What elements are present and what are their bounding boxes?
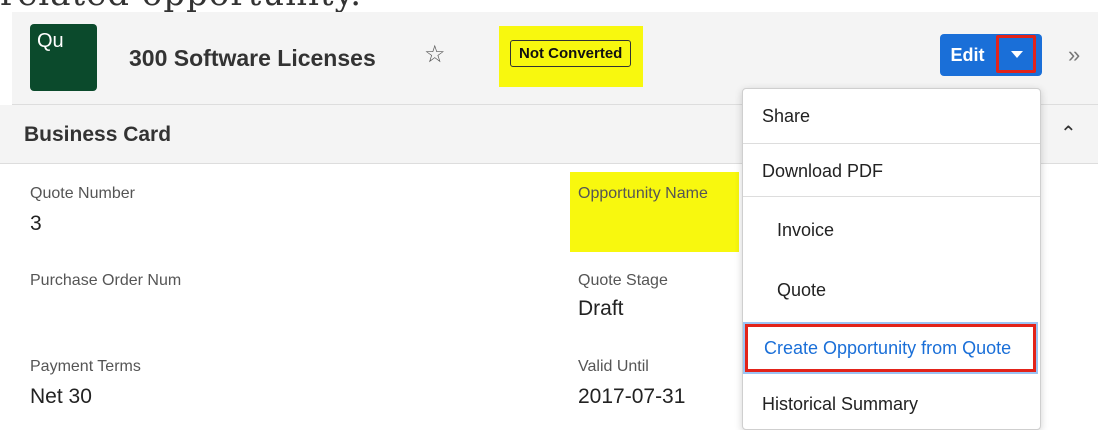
quote-stage-label: Quote Stage: [578, 272, 668, 289]
menu-item-invoice[interactable]: Invoice: [743, 201, 1040, 259]
menu-item-create-opportunity[interactable]: Create Opportunity from Quote: [743, 322, 1038, 374]
double-chevron-right-icon[interactable]: »: [1068, 42, 1080, 68]
opportunity-name-label: Opportunity Name: [578, 185, 708, 202]
menu-item-quote[interactable]: Quote: [743, 261, 1040, 319]
payment-terms-value: Net 30: [30, 385, 92, 408]
record-title: 300 Software Licenses: [129, 45, 376, 71]
caret-down-icon: [1011, 51, 1023, 58]
star-icon[interactable]: ☆: [424, 40, 446, 69]
edit-button[interactable]: Edit: [940, 34, 995, 76]
avatar: Qu: [30, 24, 97, 91]
quote-number-value: 3: [30, 212, 42, 235]
actions-dropdown-toggle[interactable]: [996, 35, 1036, 73]
quote-stage-value: Draft: [578, 297, 624, 320]
actions-dropdown-menu: Share Download PDF Invoice Quote Create …: [742, 88, 1041, 430]
quote-number-label: Quote Number: [30, 185, 135, 202]
payment-terms-label: Payment Terms: [30, 358, 141, 375]
menu-item-historical-summary[interactable]: Historical Summary: [743, 379, 1040, 429]
menu-item-download-pdf[interactable]: Download PDF: [743, 145, 1040, 197]
menu-item-share[interactable]: Share: [743, 89, 1040, 144]
section-title: Business Card: [24, 123, 172, 146]
status-badge: Not Converted: [510, 40, 632, 67]
valid-until-label: Valid Until: [578, 358, 649, 375]
chevron-up-icon[interactable]: ⌃: [1060, 121, 1077, 146]
valid-until-value: 2017-07-31: [578, 385, 686, 408]
purchase-order-label: Purchase Order Num: [30, 272, 182, 289]
edit-button-group: Edit: [940, 34, 1042, 76]
opportunity-name-highlight: [570, 172, 739, 252]
